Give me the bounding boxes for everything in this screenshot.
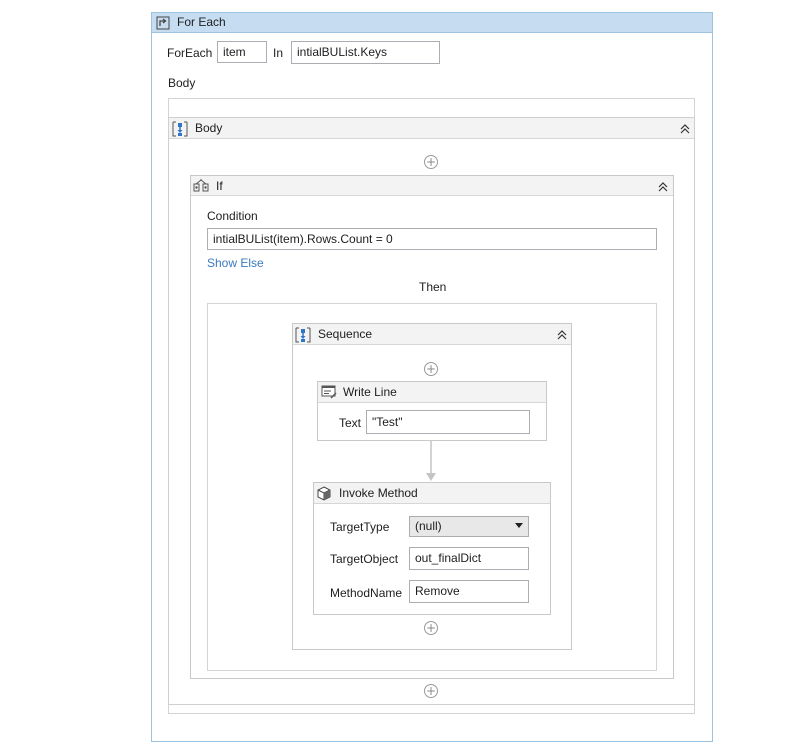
foreach-header[interactable] [152,13,712,33]
if-title: If [216,179,223,193]
if-icon [193,179,209,192]
writeline-title: Write Line [343,385,397,399]
sequence-icon [295,327,311,343]
writeline-text-label: Text [339,416,362,430]
method-name-label: MethodName [330,586,403,600]
collapse-icon[interactable] [678,122,692,136]
target-type-label: TargetType [330,520,390,534]
foreach-icon [156,16,170,30]
target-object-label: TargetObject [330,552,399,566]
add-activity-icon[interactable]: + [424,621,438,635]
add-activity-icon[interactable]: + [424,362,438,376]
body-sequence-header[interactable] [169,118,694,139]
invoke-method-title: Invoke Method [339,486,418,500]
add-activity-icon[interactable]: + [424,155,438,169]
in-label: In [273,46,284,60]
foreach-title: For Each [177,15,226,29]
sequence-icon [172,121,188,137]
collapse-icon[interactable] [555,328,569,342]
foreach-collection-field[interactable]: intialBUList.Keys [291,41,440,64]
condition-label: Condition [207,209,258,223]
body-sequence-title: Body [195,121,223,135]
add-activity-icon[interactable]: + [424,684,438,698]
target-type-value: (null) [415,519,442,533]
invoke-method-icon [317,486,331,501]
target-object-field[interactable]: out_finalDict [409,547,529,570]
if-header[interactable] [191,176,673,196]
target-type-dropdown[interactable]: (null) [409,516,529,537]
condition-field[interactable]: intialBUList(item).Rows.Count = 0 [207,228,657,250]
body-label: Body [168,76,196,90]
foreach-item-field[interactable]: item [217,41,267,63]
writeline-icon [321,385,337,399]
then-label: Then [419,280,447,294]
show-else-link[interactable]: Show Else [207,255,264,271]
foreach-label: ForEach [167,46,213,60]
connector-arrow [426,441,436,481]
sequence-title: Sequence [318,327,373,341]
writeline-text-field[interactable]: "Test" [366,410,530,434]
method-name-field[interactable]: Remove [409,580,529,603]
collapse-icon[interactable] [656,180,670,194]
dropdown-arrow-icon[interactable] [515,523,523,529]
